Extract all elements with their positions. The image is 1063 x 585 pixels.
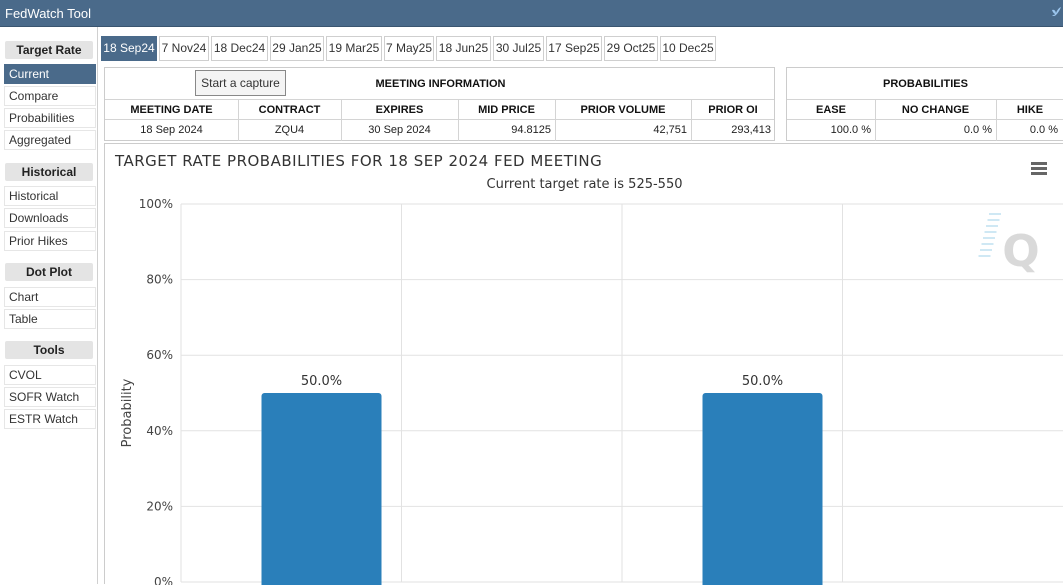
- twitter-bird-icon[interactable]: [1051, 6, 1061, 18]
- col-header-no-change: NO CHANGE: [901, 104, 970, 116]
- sidebar-item-table[interactable]: Table: [4, 309, 96, 329]
- cell-meeting-date: 18 Sep 2024: [140, 124, 203, 136]
- y-axis-label: Probability: [120, 378, 135, 447]
- start-capture-button[interactable]: Start a capture: [195, 70, 286, 96]
- bar: [702, 393, 823, 585]
- tab-29-oct25[interactable]: 29 Oct25: [604, 36, 658, 61]
- cell-expires: 30 Sep 2024: [368, 124, 431, 136]
- probability-bar-chart: 0%20%40%60%80%100%Probability 50.0% 50.0%Q: [120, 197, 1063, 585]
- title-bar: FedWatch Tool: [0, 0, 1063, 27]
- y-tick-label: 80%: [146, 273, 173, 287]
- tab-29-jan25[interactable]: 29 Jan25: [270, 36, 324, 61]
- sidebar-item-aggregated[interactable]: Aggregated: [4, 130, 96, 150]
- sidebar-item-current[interactable]: Current: [4, 64, 96, 84]
- sidebar-header-historical: Historical: [5, 163, 93, 181]
- sidebar-item-compare[interactable]: Compare: [4, 86, 96, 106]
- sidebar-item-downloads[interactable]: Downloads: [4, 208, 96, 228]
- cell-prior-volume: 42,751: [653, 124, 687, 136]
- y-tick-label: 60%: [146, 348, 173, 362]
- tab-18-jun25[interactable]: 18 Jun25: [436, 36, 491, 61]
- divider: [105, 119, 774, 120]
- tab-18-dec24[interactable]: 18 Dec24: [211, 36, 268, 61]
- col-header-meeting-date: MEETING DATE: [130, 104, 213, 116]
- tab-7-nov24[interactable]: 7 Nov24: [159, 36, 209, 61]
- sidebar-header-dot-plot: Dot Plot: [5, 263, 93, 281]
- cell-mid-price: 94.8125: [511, 124, 551, 136]
- tab-19-mar25[interactable]: 19 Mar25: [326, 36, 382, 61]
- bar: [261, 393, 382, 585]
- col-header-prior-volume: PRIOR VOLUME: [580, 104, 666, 116]
- tab-17-sep25[interactable]: 17 Sep25: [546, 36, 602, 61]
- probabilities-title: PROBABILITIES: [883, 78, 968, 90]
- sidebar-item-chart[interactable]: Chart: [4, 287, 96, 307]
- tab-10-dec25[interactable]: 10 Dec25: [660, 36, 716, 61]
- app-title: FedWatch Tool: [5, 6, 91, 21]
- q-logo-icon: Q: [1002, 226, 1039, 277]
- y-tick-label: 20%: [146, 499, 173, 513]
- sidebar-item-estr-watch[interactable]: ESTR Watch: [4, 409, 96, 429]
- divider: [105, 99, 774, 100]
- col-header-ease: EASE: [816, 104, 846, 116]
- sidebar-item-probabilities[interactable]: Probabilities: [4, 108, 96, 128]
- probabilities-panel: PROBABILITIES EASE NO CHANGE HIKE 100.0 …: [786, 67, 1063, 141]
- sidebar-item-prior-hikes[interactable]: Prior Hikes: [4, 231, 96, 251]
- cell-no-change: 0.0 %: [963, 124, 992, 136]
- chart-panel: TARGET RATE PROBABILITIES FOR 18 SEP 202…: [104, 143, 1063, 585]
- col-header-mid-price: MID PRICE: [478, 104, 535, 116]
- divider: [787, 99, 1063, 100]
- sidebar-item-historical[interactable]: Historical: [4, 186, 96, 206]
- cell-contract: ZQU4: [274, 124, 305, 136]
- sidebar-header-tools: Tools: [5, 341, 93, 359]
- cell-ease: 100.0 %: [830, 124, 871, 136]
- col-header-prior-oi: PRIOR OI: [708, 104, 758, 116]
- col-header-contract: CONTRACT: [258, 104, 321, 116]
- tab-30-jul25[interactable]: 30 Jul25: [493, 36, 544, 61]
- y-tick-label: 40%: [146, 424, 173, 438]
- tab-18-sep24[interactable]: 18 Sep24: [101, 36, 157, 61]
- sidebar: Target Rate Current Compare Probabilitie…: [0, 27, 98, 584]
- sidebar-item-cvol[interactable]: CVOL: [4, 365, 96, 385]
- sidebar-header-target-rate: Target Rate: [5, 41, 93, 59]
- col-header-expires: EXPIRES: [375, 104, 424, 116]
- sidebar-divider: [97, 27, 98, 584]
- sidebar-item-sofr-watch[interactable]: SOFR Watch: [4, 387, 96, 407]
- y-tick-label: 100%: [139, 197, 173, 211]
- cell-hike: 0.0 %: [1029, 124, 1058, 136]
- bar-data-label: 50.0%: [742, 374, 783, 389]
- bar-data-label: 50.0%: [301, 374, 342, 389]
- divider: [787, 119, 1063, 120]
- tab-7-may25[interactable]: 7 May25: [384, 36, 434, 61]
- col-header-hike: HIKE: [1016, 104, 1044, 116]
- cell-prior-oi: 293,413: [731, 124, 771, 136]
